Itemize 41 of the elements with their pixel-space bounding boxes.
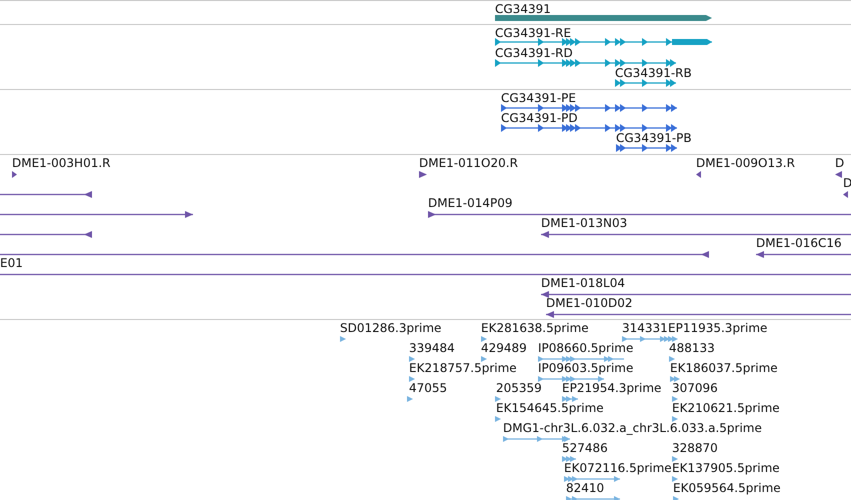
feature-label: 527486 bbox=[562, 442, 608, 455]
feature-label: EK218757.5prime bbox=[409, 362, 517, 375]
feature-label: IP09603.5prime bbox=[538, 362, 634, 375]
feature-label: 429489 bbox=[481, 342, 527, 355]
feature-label: EK137905.5prime bbox=[672, 462, 780, 475]
feature-label: EK154645.5prime bbox=[496, 402, 604, 415]
feature-label: EP21954.3prime bbox=[562, 382, 662, 395]
feature-label: CG34391-RD bbox=[495, 47, 573, 60]
feature-label: DME1-009O13.R bbox=[696, 157, 795, 170]
feature-label: CG34391-PD bbox=[501, 112, 578, 125]
feature-label: CG34391-PE bbox=[501, 92, 576, 105]
feature-label: SD01286.3prime bbox=[340, 322, 442, 335]
feature-label: 488133 bbox=[669, 342, 715, 355]
feature-label: DME1-003H01.R bbox=[12, 157, 110, 170]
feature-label: DME1-011O20.R bbox=[419, 157, 518, 170]
feature-label: D bbox=[835, 157, 844, 170]
feature-label: DME1-013N03 bbox=[541, 217, 628, 230]
feature-label: DME1-016C16 bbox=[756, 237, 842, 250]
feature-label: CG34391-PB bbox=[616, 132, 692, 145]
feature-label: DME1-014P09 bbox=[428, 197, 513, 210]
feature-label: 205359 bbox=[496, 382, 542, 395]
feature-label: CG34391 bbox=[495, 3, 551, 16]
feature-label: 47055 bbox=[409, 382, 448, 395]
feature-label: 307096 bbox=[672, 382, 718, 395]
feature-label: EK281638.5prime bbox=[481, 322, 589, 335]
feature-label: 314331 bbox=[622, 322, 668, 335]
feature-label: CG34391-RE bbox=[495, 27, 572, 40]
feature-label: 339484 bbox=[409, 342, 455, 355]
feature-label: E01 bbox=[0, 257, 23, 270]
feature-label: EK059564.5prime bbox=[673, 482, 781, 495]
feature-label: IP08660.5prime bbox=[538, 342, 634, 355]
feature-label: DME1-010D02 bbox=[546, 297, 633, 310]
feature-label: EP11935.3prime bbox=[668, 322, 768, 335]
feature-label: DMG1-chr3L.6.032.a_chr3L.6.033.a.5prime bbox=[503, 422, 762, 435]
feature-label: EK072116.5prime bbox=[564, 462, 672, 475]
feature-label: CG34391-RB bbox=[615, 67, 692, 80]
feature-label: EK186037.5prime bbox=[670, 362, 778, 375]
feature-label: EK210621.5prime bbox=[672, 402, 780, 415]
feature-label: DME1-018L04 bbox=[541, 277, 625, 290]
feature-label: 328870 bbox=[672, 442, 718, 455]
feature-label: 82410 bbox=[566, 482, 604, 495]
